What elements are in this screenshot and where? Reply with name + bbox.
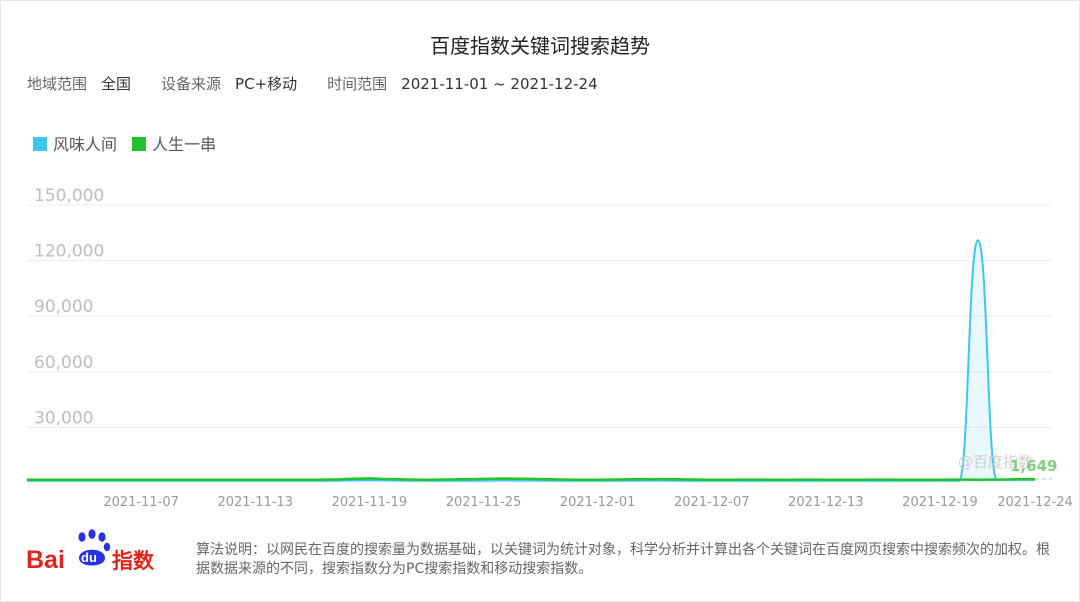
data-point: [577, 478, 579, 480]
chart-legend: 风味人间 人生一串: [33, 131, 226, 155]
legend-swatch-series2: [132, 137, 147, 151]
data-point: [749, 478, 751, 480]
end-value-label: 1,649: [1010, 457, 1057, 475]
data-point: [501, 477, 503, 479]
data-point: [45, 479, 47, 481]
time-value[interactable]: 2021-11-01 ~ 2021-12-24: [401, 75, 597, 93]
x-tick-label: 2021-11-19: [332, 495, 408, 510]
data-point: [806, 478, 808, 480]
data-point: [425, 478, 427, 480]
data-point: [653, 478, 655, 480]
svg-text:指数: 指数: [112, 549, 155, 573]
data-point: [1034, 478, 1036, 480]
x-tick-label: 2021-11-07: [103, 495, 179, 510]
data-point: [920, 478, 922, 480]
data-point: [615, 478, 617, 480]
data-point: [634, 478, 636, 480]
data-point: [730, 478, 732, 480]
data-point: [444, 478, 446, 480]
data-point: [254, 479, 256, 481]
legend-label-series1: 风味人间: [53, 135, 118, 154]
data-point: [292, 479, 294, 481]
data-point: [235, 479, 237, 481]
x-tick-label: 2021-11-25: [446, 495, 522, 510]
region-value[interactable]: 全国: [101, 75, 131, 93]
x-tick-label: 2021-12-19: [902, 495, 978, 510]
data-point: [140, 479, 142, 481]
data-point: [273, 479, 275, 481]
legend-label-series2: 人生一串: [152, 135, 217, 154]
device-value[interactable]: PC+移动: [235, 75, 297, 93]
data-point: [844, 478, 846, 480]
svg-text:Bai: Bai: [26, 546, 65, 574]
data-point: [197, 479, 199, 481]
data-point: [26, 479, 28, 481]
data-point: [596, 478, 598, 480]
page-title: 百度指数关键词搜索趋势: [430, 34, 650, 58]
y-tick-label: 60,000: [34, 353, 93, 373]
y-tick-label: 150,000: [34, 186, 104, 206]
data-point: [787, 478, 789, 480]
baidu-index-logo: Bai du 指数: [26, 529, 155, 574]
data-point: [882, 478, 884, 480]
y-tick-label: 120,000: [34, 242, 104, 262]
data-point: [83, 479, 85, 481]
data-point: [102, 479, 104, 481]
svg-text:du: du: [81, 550, 97, 565]
trend-chart: 150,000 120,000 90,000 60,000 30,000 2021-11-…: [26, 186, 1073, 510]
data-point: [159, 479, 161, 481]
x-tick-label: 2021-12-01: [560, 495, 636, 510]
data-point: [692, 478, 694, 480]
data-point: [958, 478, 960, 480]
data-point: [825, 478, 827, 480]
data-point: [939, 478, 941, 480]
data-point: [996, 478, 998, 480]
data-point: [121, 479, 123, 481]
filter-bar: 地域范围 全国 设备来源 PC+移动 时间范围 2021-11-01 ~ 2021-12-…: [27, 73, 598, 94]
legend-item-series1[interactable]: 风味人间: [33, 131, 117, 155]
data-point: [977, 239, 979, 241]
data-point: [539, 478, 541, 480]
data-point: [863, 478, 865, 480]
x-tick-label: 2021-12-07: [674, 495, 750, 510]
x-tick-label: 2021-12-13: [788, 495, 864, 510]
data-point: [216, 479, 218, 481]
device-label: 设备来源: [161, 75, 222, 93]
legend-item-series2[interactable]: 人生一串: [132, 131, 216, 155]
data-point: [482, 478, 484, 480]
y-tick-label: 90,000: [34, 297, 93, 317]
legend-swatch-series1: [33, 137, 47, 151]
data-point: [330, 478, 332, 480]
series-line-1: [27, 239, 1036, 482]
data-point: [768, 478, 770, 480]
data-point: [672, 478, 674, 480]
series-area-1: [27, 240, 1036, 483]
algorithm-note: 算法说明：以网民在百度的搜索量为数据基础，以关键词为统计对象，科学分析并计算出各…: [196, 542, 1050, 577]
data-point: [977, 478, 979, 480]
data-point: [368, 477, 370, 479]
data-point: [64, 479, 66, 481]
x-tick-label: 2021-12-24: [997, 495, 1073, 510]
x-tick-label: 2021-11-13: [217, 495, 293, 510]
data-point: [558, 478, 560, 480]
time-label: 时间范围: [327, 75, 388, 93]
data-point: [406, 478, 408, 480]
data-point: [463, 478, 465, 480]
data-point: [349, 478, 351, 480]
data-point: [901, 478, 903, 480]
data-point: [711, 478, 713, 480]
data-point: [311, 479, 313, 481]
data-point: [1015, 478, 1017, 480]
region-label: 地域范围: [27, 75, 88, 93]
data-point: [387, 478, 389, 480]
data-point: [178, 479, 180, 481]
data-point: [520, 478, 522, 480]
y-tick-label: 30,000: [34, 408, 93, 428]
